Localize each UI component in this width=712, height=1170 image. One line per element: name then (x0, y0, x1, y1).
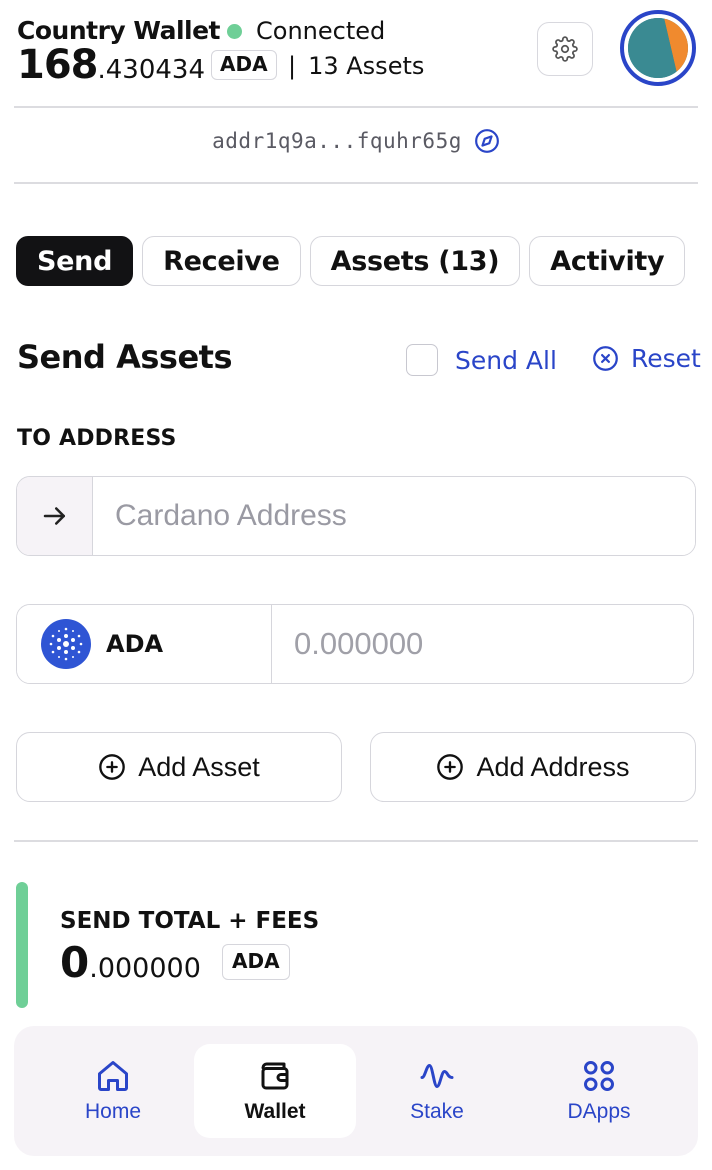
add-asset-button[interactable]: Add Asset (16, 732, 342, 802)
reset-label[interactable]: Reset (631, 344, 701, 373)
page-title: Send Assets (17, 338, 232, 376)
tab-send[interactable]: Send (16, 236, 134, 286)
settings-button[interactable] (537, 22, 593, 76)
close-circle-icon (593, 346, 618, 371)
total-label: SEND TOTAL + FEES (60, 908, 320, 934)
reset-button[interactable]: Reset (592, 344, 701, 373)
plus-circle-icon (99, 754, 126, 780)
pulse-icon (420, 1064, 454, 1088)
arrow-right-icon (43, 507, 65, 525)
cardano-logo-icon (41, 619, 91, 669)
asset-count-text: 13 Assets (308, 52, 425, 80)
total-integer: 0 (60, 938, 90, 987)
send-all-label[interactable]: Send All (455, 346, 557, 375)
tab-activity[interactable]: Activity (529, 236, 686, 286)
total-divider (14, 840, 698, 842)
asset-name: ADA (106, 630, 164, 658)
total-accent-bar (16, 882, 28, 1008)
tab-receive[interactable]: Receive (142, 236, 301, 286)
total-decimal: .000000 (89, 953, 201, 984)
amount-input[interactable] (272, 605, 693, 683)
wallet-tabs: Send Receive Assets (13) Activity (16, 236, 686, 286)
asset-amount-row: ADA (16, 604, 694, 684)
wallet-balance: 168 .430434 (17, 42, 205, 88)
avatar-image (628, 18, 688, 78)
send-all-toggle[interactable]: Send All (406, 344, 557, 376)
address-input[interactable] (93, 477, 695, 555)
address-divider (14, 182, 698, 184)
wallet-name: Country Wallet (17, 16, 221, 45)
wallet-header: Country Wallet Connected 168 .430434 ADA… (17, 10, 697, 94)
asset-count: | 13 Assets (288, 52, 424, 80)
status-dot-icon (227, 23, 242, 39)
wallet-address[interactable]: addr1q9a...fquhr65g (212, 129, 462, 153)
currency-badge: ADA (211, 50, 277, 80)
nav-wallet-label: Wallet (244, 1100, 306, 1123)
separator: | (288, 52, 297, 80)
send-all-checkbox[interactable] (406, 344, 438, 376)
to-address-label: TO ADDRESS (17, 426, 177, 451)
nav-stake[interactable]: Stake (356, 1044, 518, 1138)
address-field (16, 476, 696, 556)
add-asset-label: Add Asset (138, 751, 260, 782)
status-text: Connected (256, 17, 386, 45)
bottom-navigation: Home Wallet Stake DApps (14, 1026, 698, 1156)
nav-dapps-label: DApps (567, 1100, 631, 1123)
asset-selector[interactable]: ADA (17, 605, 272, 683)
gear-icon (552, 36, 578, 62)
header-divider (14, 106, 698, 108)
balance-integer: 168 (17, 42, 98, 88)
account-avatar[interactable] (620, 10, 696, 86)
wallet-address-row: addr1q9a...fquhr65g (0, 128, 712, 154)
total-currency-badge: ADA (222, 944, 290, 980)
grid-icon (584, 1061, 614, 1091)
balance-decimal: .430434 (97, 55, 206, 85)
nav-dapps[interactable]: DApps (518, 1044, 680, 1138)
nav-home[interactable]: Home (32, 1044, 194, 1138)
tab-assets[interactable]: Assets (13) (309, 236, 521, 286)
address-arrow-box (17, 477, 93, 555)
add-address-button[interactable]: Add Address (370, 732, 696, 802)
plus-circle-icon (437, 754, 464, 780)
nav-home-label: Home (84, 1100, 142, 1123)
add-address-label: Add Address (476, 751, 630, 782)
wallet-icon (261, 1062, 289, 1090)
home-icon (98, 1061, 128, 1091)
connection-status: Connected (227, 17, 385, 45)
nav-wallet[interactable]: Wallet (194, 1044, 356, 1138)
compass-icon[interactable] (474, 128, 500, 154)
send-total-summary: SEND TOTAL + FEES 0 .000000 ADA (16, 882, 696, 1008)
nav-stake-label: Stake (410, 1100, 464, 1123)
total-amount: 0 .000000 (60, 938, 201, 987)
